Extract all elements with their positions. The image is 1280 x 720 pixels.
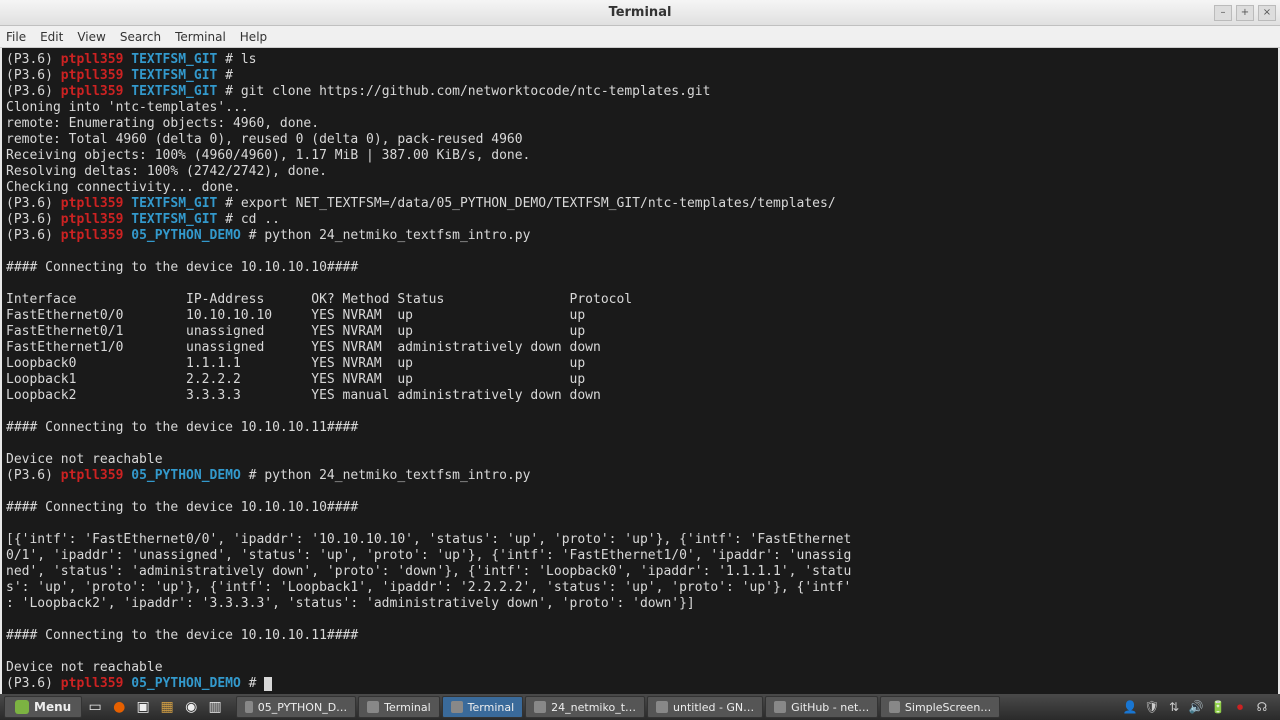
tray-record-icon[interactable]: ⏺ <box>1232 699 1248 715</box>
taskbar-item-active[interactable]: Terminal <box>442 696 524 718</box>
launcher-firefox-icon[interactable]: ● <box>108 696 130 718</box>
menu-search[interactable]: Search <box>120 30 161 44</box>
table-row: Loopback1 2.2.2.2 YES NVRAM up up <box>6 372 585 387</box>
prompt-venv: (P3.6) <box>6 52 53 67</box>
table-row: FastEthernet0/1 unassigned YES NVRAM up … <box>6 324 585 339</box>
output-line: : 'Loopback2', 'ipaddr': '3.3.3.3', 'sta… <box>6 596 695 611</box>
terminal-output[interactable]: (P3.6) ptpll359 TEXTFSM_GIT # ls (P3.6) … <box>2 48 1278 694</box>
tray-shield-icon[interactable]: 🛡 <box>1144 699 1160 715</box>
menu-terminal[interactable]: Terminal <box>175 30 226 44</box>
system-tray: 👤 🛡 ⇅ 🔊 🔋 ⏺ ☊ <box>1122 699 1276 715</box>
output-line: ned', 'status': 'administratively down',… <box>6 564 851 579</box>
output-line: Device not reachable <box>6 452 163 467</box>
maximize-button[interactable]: + <box>1236 5 1254 21</box>
tray-battery-icon[interactable]: 🔋 <box>1210 699 1226 715</box>
show-desktop-icon[interactable]: ▭ <box>84 696 106 718</box>
menu-edit[interactable]: Edit <box>40 30 63 44</box>
output-line: [{'intf': 'FastEthernet0/0', 'ipaddr': '… <box>6 532 851 547</box>
output-line: Resolving deltas: 100% (2742/2742), done… <box>6 164 327 179</box>
tray-volume-icon[interactable]: 🔊 <box>1188 699 1204 715</box>
minimize-button[interactable]: – <box>1214 5 1232 21</box>
taskbar-item[interactable]: 05_PYTHON_D… <box>236 696 356 718</box>
mint-icon <box>15 700 29 714</box>
taskbar-item[interactable]: SimpleScreen… <box>880 696 1000 718</box>
output-line: #### Connecting to the device 10.10.10.1… <box>6 260 358 275</box>
tray-network-icon[interactable]: ⇅ <box>1166 699 1182 715</box>
output-line: #### Connecting to the device 10.10.10.1… <box>6 500 358 515</box>
output-line: s': 'up', 'proto': 'up'}, {'intf': 'Loop… <box>6 580 851 595</box>
output-line: remote: Total 4960 (delta 0), reused 0 (… <box>6 132 523 147</box>
taskbar-item[interactable]: GitHub - net… <box>765 696 878 718</box>
command: export NET_TEXTFSM=/data/05_PYTHON_DEMO/… <box>241 196 836 211</box>
output-line: #### Connecting to the device 10.10.10.1… <box>6 628 358 643</box>
command: python 24_netmiko_textfsm_intro.py <box>264 228 530 243</box>
start-menu-button[interactable]: Menu <box>4 696 82 718</box>
menubar: File Edit View Search Terminal Help <box>0 26 1280 48</box>
output-line: Device not reachable <box>6 660 163 675</box>
taskbar: Menu ▭ ● ▣ ▦ ◉ ▥ 05_PYTHON_D… Terminal T… <box>0 694 1280 720</box>
prompt-host: ptpll359 <box>61 52 124 67</box>
tray-user-icon[interactable]: 👤 <box>1122 699 1138 715</box>
command: python 24_netmiko_textfsm_intro.py <box>264 468 530 483</box>
table-row: Loopback0 1.1.1.1 YES NVRAM up up <box>6 356 585 371</box>
chrome-icon <box>774 701 786 713</box>
output-line: remote: Enumerating objects: 4960, done. <box>6 116 319 131</box>
output-line: Checking connectivity... done. <box>6 180 241 195</box>
launcher-terminal-icon[interactable]: ▣ <box>132 696 154 718</box>
prompt-path: TEXTFSM_GIT <box>131 52 217 67</box>
launcher-app-icon[interactable]: ▥ <box>204 696 226 718</box>
taskbar-item[interactable]: 24_netmiko_t… <box>525 696 645 718</box>
gns-icon <box>656 701 668 713</box>
menu-help[interactable]: Help <box>240 30 267 44</box>
table-row: FastEthernet1/0 unassigned YES NVRAM adm… <box>6 340 601 355</box>
launcher-files-icon[interactable]: ▦ <box>156 696 178 718</box>
output-line: Receiving objects: 100% (4960/4960), 1.1… <box>6 148 530 163</box>
recorder-icon <box>889 701 900 713</box>
output-line: Cloning into 'ntc-templates'... <box>6 100 249 115</box>
command: cd .. <box>241 212 280 227</box>
output-line: #### Connecting to the device 10.10.10.1… <box>6 420 358 435</box>
tray-sync-icon[interactable]: ☊ <box>1254 699 1270 715</box>
terminal-icon <box>451 701 463 713</box>
menu-label: Menu <box>34 700 71 714</box>
table-row: FastEthernet0/0 10.10.10.10 YES NVRAM up… <box>6 308 585 323</box>
command: ls <box>241 52 257 67</box>
output-line: 0/1', 'ipaddr': 'unassigned', 'status': … <box>6 548 851 563</box>
taskbar-item[interactable]: untitled - GN… <box>647 696 763 718</box>
terminal-cursor <box>264 677 272 691</box>
close-button[interactable]: × <box>1258 5 1276 21</box>
launcher-chrome-icon[interactable]: ◉ <box>180 696 202 718</box>
window-controls: – + × <box>1214 5 1276 21</box>
menu-view[interactable]: View <box>77 30 105 44</box>
command: git clone https://github.com/networktoco… <box>241 84 711 99</box>
folder-icon <box>245 701 253 713</box>
window-title: Terminal <box>609 5 672 20</box>
table-header: Interface IP-Address OK? Method Status P… <box>6 292 632 307</box>
window-titlebar: Terminal – + × <box>0 0 1280 26</box>
python-icon <box>534 701 546 713</box>
table-row: Loopback2 3.3.3.3 YES manual administrat… <box>6 388 601 403</box>
taskbar-item[interactable]: Terminal <box>358 696 440 718</box>
menu-file[interactable]: File <box>6 30 26 44</box>
terminal-icon <box>367 701 379 713</box>
